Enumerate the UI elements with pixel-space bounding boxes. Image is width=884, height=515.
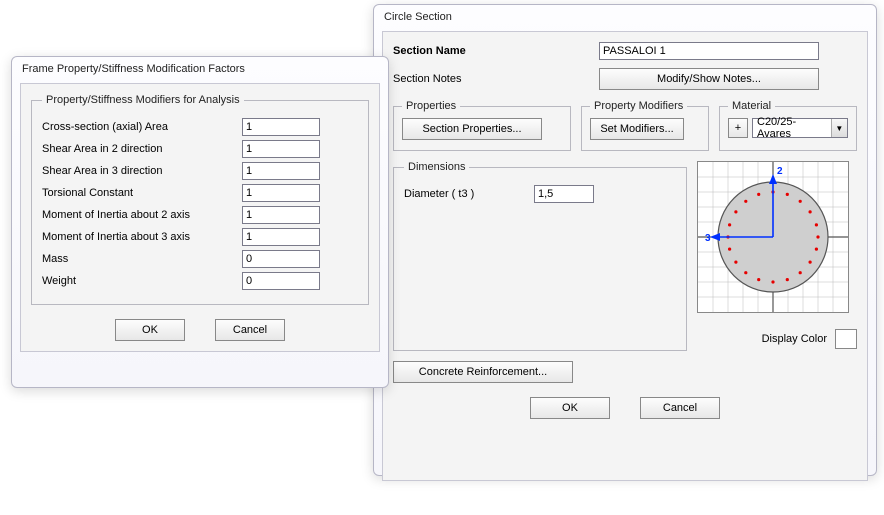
display-color-label: Display Color [762,333,827,345]
section-name-input[interactable] [599,42,819,60]
shear3-label: Shear Area in 3 direction [42,165,242,177]
diameter-input[interactable] [534,185,594,203]
circle-section-title: Circle Section [374,5,876,27]
section-name-label: Section Name [393,45,593,57]
properties-group-label: Properties [402,100,460,112]
material-add-button[interactable]: + [728,118,748,138]
modifiers-group: Property/Stiffness Modifiers for Analysi… [31,94,369,305]
modifiers-group-label: Property/Stiffness Modifiers for Analysi… [42,94,244,106]
concrete-reinforcement-button[interactable]: Concrete Reinforcement... [393,361,573,383]
set-modifiers-button[interactable]: Set Modifiers... [590,118,684,140]
display-color-swatch[interactable] [835,329,857,349]
section-notes-label: Section Notes [393,73,593,85]
frame-property-dialog: Frame Property/Stiffness Modification Fa… [11,56,389,388]
torsional-input[interactable] [242,184,320,202]
axis-3-label: 3 [705,233,711,244]
weight-label: Weight [42,275,242,287]
torsional-label: Torsional Constant [42,187,242,199]
circle-cancel-button[interactable]: Cancel [640,397,720,419]
shear2-input[interactable] [242,140,320,158]
section-properties-button[interactable]: Section Properties... [402,118,542,140]
moi3-label: Moment of Inertia about 3 axis [42,231,242,243]
section-preview: 2 3 [697,161,849,313]
shear3-input[interactable] [242,162,320,180]
property-modifiers-group-label: Property Modifiers [590,100,687,112]
circle-ok-button[interactable]: OK [530,397,610,419]
material-combo[interactable]: C20/25-Avares ▼ [752,118,848,138]
chevron-down-icon: ▼ [831,119,847,137]
moi3-input[interactable] [242,228,320,246]
material-combo-value: C20/25-Avares [753,116,831,140]
modify-show-notes-button[interactable]: Modify/Show Notes... [599,68,819,90]
frame-cancel-button[interactable]: Cancel [215,319,285,341]
moi2-input[interactable] [242,206,320,224]
dimensions-group-label: Dimensions [404,161,469,173]
weight-input[interactable] [242,272,320,290]
moi2-label: Moment of Inertia about 2 axis [42,209,242,221]
diameter-label: Diameter ( t3 ) [404,188,534,200]
shear2-label: Shear Area in 2 direction [42,143,242,155]
material-group-label: Material [728,100,775,112]
circle-section-dialog: Circle Section Section Name Section Note… [373,4,877,476]
axis-2-label: 2 [777,166,783,177]
frame-property-title: Frame Property/Stiffness Modification Fa… [12,57,388,79]
cross-section-input[interactable] [242,118,320,136]
cross-section-label: Cross-section (axial) Area [42,121,242,133]
frame-ok-button[interactable]: OK [115,319,185,341]
mass-input[interactable] [242,250,320,268]
mass-label: Mass [42,253,242,265]
